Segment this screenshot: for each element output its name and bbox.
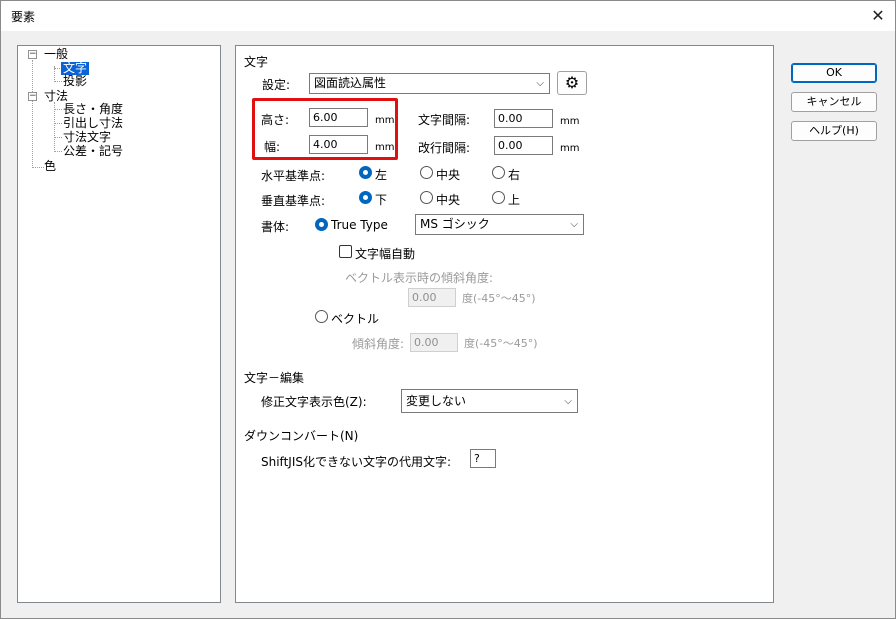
settings-select[interactable]: 図面読込属性 ⌵ (309, 73, 550, 94)
help-button[interactable]: ヘルプ(H) (791, 121, 877, 141)
char-spacing-input[interactable]: 0.00 (494, 109, 553, 128)
v-align-label: 垂直基準点: (261, 194, 326, 208)
v-align-center-label[interactable]: 中央 (436, 191, 460, 208)
close-icon[interactable]: ✕ (867, 5, 889, 27)
dialog-window: 要素 ✕ − 一般 文字 投影 − 寸法 長さ・角度 引出し寸法 寸法文字 公差… (0, 0, 896, 619)
chevron-down-icon: ⌵ (570, 219, 578, 230)
vector-tilt-label: ベクトル表示時の傾斜角度: (345, 271, 494, 285)
vector-label[interactable]: ベクトル (331, 310, 379, 327)
tree-expander-general[interactable]: − (28, 50, 37, 59)
v-align-bottom-radio[interactable] (359, 191, 372, 204)
cancel-button[interactable]: キャンセル (791, 92, 877, 112)
height-label: 高さ: (261, 113, 290, 127)
edit-section-label: 文字－編集 (244, 371, 305, 385)
tree-item-dimension-text[interactable]: 寸法文字 (63, 131, 111, 144)
v-align-center-radio[interactable] (420, 191, 433, 204)
v-align-bottom-label[interactable]: 下 (375, 191, 387, 208)
h-align-center-radio[interactable] (420, 166, 433, 179)
window-title: 要素 (11, 10, 36, 24)
downconvert-section-label: ダウンコンバート(N) (244, 429, 359, 443)
truetype-label[interactable]: True Type (331, 218, 388, 232)
h-align-right-label[interactable]: 右 (508, 166, 520, 183)
chevron-down-icon: ⌵ (564, 396, 572, 407)
truetype-radio[interactable] (315, 218, 328, 231)
font-select[interactable]: MS ゴシック ⌵ (415, 214, 584, 235)
font-label: 書体: (261, 220, 290, 234)
gear-icon: ⚙ (564, 73, 580, 92)
title-bar: 要素 ✕ (1, 1, 895, 31)
sjis-input[interactable]: ? (470, 449, 496, 468)
vector-tilt-input[interactable]: 0.00 (408, 288, 456, 307)
h-align-label: 水平基準点: (261, 169, 326, 183)
line-spacing-unit: mm (560, 143, 580, 154)
line-spacing-label: 改行間隔: (418, 141, 471, 155)
tilt-input[interactable]: 0.00 (410, 333, 458, 352)
h-align-center-label[interactable]: 中央 (436, 166, 460, 183)
height-input[interactable]: 6.00 (309, 108, 368, 127)
tree-item-tolerance-symbol[interactable]: 公差・記号 (63, 145, 123, 158)
tree-item-leader-dimension[interactable]: 引出し寸法 (63, 117, 123, 130)
sjis-label: ShiftJIS化できない文字の代用文字: (261, 455, 452, 469)
line-spacing-input[interactable]: 0.00 (494, 136, 553, 155)
h-align-right-radio[interactable] (492, 166, 505, 179)
settings-select-value: 図面読込属性 (314, 76, 387, 90)
tree-expander-dimension[interactable]: − (28, 92, 37, 101)
auto-width-label[interactable]: 文字幅自動 (355, 245, 415, 262)
v-align-top-label[interactable]: 上 (508, 191, 520, 208)
width-unit: mm (375, 142, 395, 153)
settings-label: 設定: (262, 78, 291, 92)
tilt-label: 傾斜角度: (352, 337, 405, 351)
vector-radio[interactable] (315, 310, 328, 323)
edit-color-select[interactable]: 変更しない ⌵ (401, 389, 578, 413)
char-spacing-unit: mm (560, 116, 580, 127)
v-align-top-radio[interactable] (492, 191, 505, 204)
font-select-value: MS ゴシック (420, 217, 490, 231)
width-input[interactable]: 4.00 (309, 135, 368, 154)
ok-button[interactable]: OK (791, 63, 877, 83)
chevron-down-icon: ⌵ (536, 78, 544, 89)
text-section-label: 文字 (244, 55, 269, 69)
edit-color-label: 修正文字表示色(Z): (261, 395, 367, 409)
settings-gear-button[interactable]: ⚙ (557, 71, 587, 95)
tree-item-general[interactable]: 一般 (44, 48, 68, 61)
vector-tilt-range: 度(-45°〜45°) (462, 292, 536, 305)
auto-width-checkbox[interactable] (339, 245, 352, 258)
h-align-left-radio[interactable] (359, 166, 372, 179)
edit-color-select-value: 変更しない (406, 394, 467, 408)
height-unit: mm (375, 115, 395, 126)
char-spacing-label: 文字間隔: (418, 113, 471, 127)
h-align-left-label[interactable]: 左 (375, 166, 387, 183)
tree-item-color[interactable]: 色 (44, 160, 56, 173)
tilt-range: 度(-45°〜45°) (464, 337, 538, 350)
width-label: 幅: (264, 140, 281, 154)
tree-item-length-angle[interactable]: 長さ・角度 (63, 103, 123, 116)
tree-item-projection[interactable]: 投影 (63, 75, 87, 88)
category-tree: − 一般 文字 投影 − 寸法 長さ・角度 引出し寸法 寸法文字 公差・記号 色 (17, 45, 221, 603)
